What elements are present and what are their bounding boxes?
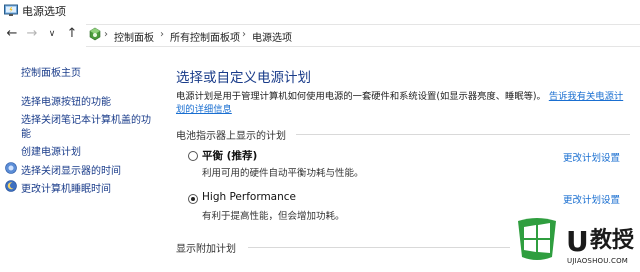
breadcrumb-separator: › — [160, 29, 164, 40]
plan-high-performance-radio[interactable] — [188, 194, 198, 204]
sidebar-item-lid-close[interactable]: 选择关闭笔记本计算机盖的功 — [21, 111, 151, 126]
sidebar-item-display-off[interactable]: 选择关闭显示器的时间 — [21, 162, 121, 177]
navigation-bar: ← → ∨ ↑ › 控制面板 › 所有控制面板项 › 电源选项 — [0, 22, 640, 48]
breadcrumb-separator: › — [104, 29, 108, 40]
plan-balanced-name[interactable]: 平衡 (推荐) — [202, 148, 257, 163]
back-icon[interactable]: ← — [4, 25, 20, 43]
title-bar: 电源选项 — [0, 0, 640, 22]
recent-locations-chevron-icon[interactable]: ∨ — [44, 25, 60, 43]
battery-plans-heading: 电池指示器上显示的计划 — [176, 131, 286, 142]
windows-logo-icon — [518, 218, 556, 260]
moon-icon — [5, 180, 17, 192]
breadcrumb-all-items[interactable]: 所有控制面板项 — [170, 29, 240, 44]
power-options-icon — [4, 4, 18, 16]
sidebar-item-sleep[interactable]: 更改计算机睡眠时间 — [21, 180, 111, 195]
show-additional-plans-toggle[interactable]: 显示附加计划 — [176, 240, 236, 255]
page-title: 选择或自定义电源计划 — [176, 70, 311, 86]
sidebar-item-power-button[interactable]: 选择电源按钮的功能 — [21, 93, 111, 108]
watermark-url: UJIAOSHOU.COM — [567, 257, 629, 265]
sidebar-item-create-plan[interactable]: 创建电源计划 — [21, 143, 81, 158]
up-icon[interactable]: ↑ — [64, 25, 80, 43]
breadcrumb-control-panel[interactable]: 控制面板 — [114, 29, 154, 44]
address-bar[interactable]: › 控制面板 › 所有控制面板项 › 电源选项 — [86, 24, 640, 47]
watermark-mark: U — [566, 225, 589, 258]
plan-high-performance-description: 有利于提高性能，但会增加功耗。 — [202, 211, 345, 222]
section-divider — [248, 247, 510, 248]
change-plan-balanced-link[interactable]: 更改计划设置 — [563, 150, 620, 164]
page-description: 电源计划是用于管理计算机如何使用电源的一套硬件和系统设置(如显示器亮度、睡眠等)… — [176, 90, 631, 116]
learn-more-link[interactable]: 告诉我有关电源计 — [549, 91, 623, 102]
breadcrumb-power-options[interactable]: 电源选项 — [252, 29, 292, 44]
plan-balanced-radio[interactable] — [188, 151, 198, 161]
plan-balanced-description: 利用可用的硬件自动平衡功耗与性能。 — [202, 168, 364, 179]
window-title: 电源选项 — [22, 5, 66, 18]
sidebar-item-home[interactable]: 控制面板主页 — [21, 64, 81, 79]
sidebar-item-lid-close-cont[interactable]: 能 — [21, 125, 31, 140]
display-icon — [5, 162, 17, 174]
plan-high-performance-name[interactable]: High Performance — [202, 191, 296, 203]
change-plan-high-performance-link[interactable]: 更改计划设置 — [563, 192, 620, 206]
control-panel-icon — [89, 27, 101, 41]
watermark-text: 教授 — [590, 228, 635, 253]
breadcrumb-separator: › — [242, 29, 246, 40]
description-text: 电源计划是用于管理计算机如何使用电源的一套硬件和系统设置(如显示器亮度、睡眠等)… — [176, 91, 546, 102]
section-divider — [296, 134, 630, 135]
forward-icon[interactable]: → — [24, 25, 40, 43]
learn-more-link-cont[interactable]: 划的详细信息 — [176, 104, 232, 115]
